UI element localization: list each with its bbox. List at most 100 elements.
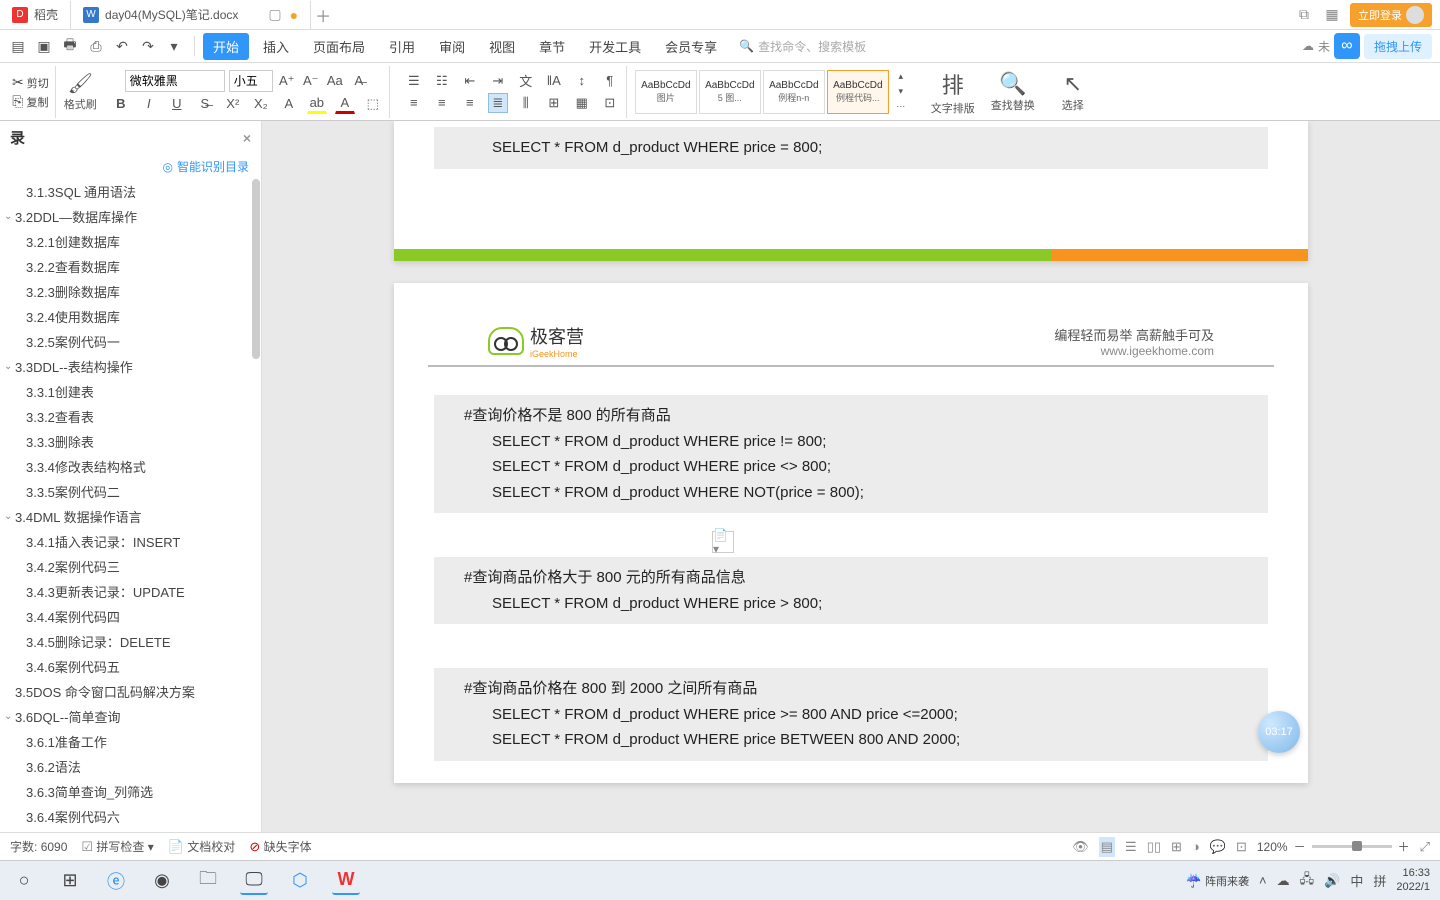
toc-item[interactable]: 3.3.4修改表结构格式: [0, 454, 261, 479]
toc-item[interactable]: 3.4.1插入表记录：INSERT: [0, 529, 261, 554]
print-icon[interactable]: 🖶: [60, 36, 80, 56]
toc-item[interactable]: 3.2.4使用数据库: [0, 304, 261, 329]
indent-inc-icon[interactable]: ⇥: [488, 71, 508, 91]
task-view-icon[interactable]: ⊞: [56, 867, 84, 895]
style-5[interactable]: AaBbCcDd5 图...: [699, 70, 761, 114]
menu-insert[interactable]: 插入: [253, 33, 299, 60]
volume-icon[interactable]: 🔊: [1324, 873, 1340, 889]
text-layout-button[interactable]: 排 文字排版: [927, 68, 979, 116]
toc-item[interactable]: 3.3.1创建表: [0, 379, 261, 404]
doccheck-button[interactable]: 📄 文档校对: [168, 838, 236, 855]
toc-item[interactable]: 3.4.3更新表记录：UPDATE: [0, 579, 261, 604]
app-icon[interactable]: ⬡: [286, 867, 314, 895]
missing-font-button[interactable]: ⊘ 缺失字体: [249, 838, 311, 855]
menu-chapter[interactable]: 章节: [529, 33, 575, 60]
toc-item[interactable]: 3.2.1创建数据库: [0, 229, 261, 254]
border-icon[interactable]: ⊡: [600, 93, 620, 113]
clear-format-icon[interactable]: A̶: [349, 71, 369, 91]
toc-item[interactable]: 3.2.5案例代码一: [0, 329, 261, 354]
focus-icon[interactable]: ◑: [1192, 839, 1200, 854]
comment-icon[interactable]: 💬: [1210, 839, 1226, 855]
toc-item[interactable]: 3.3.2查看表: [0, 404, 261, 429]
superscript-icon[interactable]: X²: [223, 94, 243, 114]
ruler-icon[interactable]: ⊡: [1236, 839, 1247, 855]
tab-stops-icon[interactable]: ⊞: [544, 93, 564, 113]
web-view-icon[interactable]: ⊞: [1171, 839, 1182, 855]
toc-item[interactable]: 3.1.3SQL 通用语法: [0, 179, 261, 204]
scrollbar-thumb[interactable]: [252, 179, 260, 359]
style-more-icon[interactable]: ⋯: [891, 100, 911, 114]
zoom-in-button[interactable]: ＋: [1398, 838, 1410, 855]
toc-item[interactable]: 3.6.2语法: [0, 754, 261, 779]
toc-item[interactable]: 3.4.6案例代码五: [0, 654, 261, 679]
upload-button[interactable]: 拖拽上传: [1364, 34, 1432, 59]
toc-item[interactable]: 3.3.3删除表: [0, 429, 261, 454]
wps-icon[interactable]: W: [332, 867, 360, 895]
toc-item[interactable]: ⌄3.2DDL—数据库操作: [0, 204, 261, 229]
edge-icon[interactable]: ⓔ: [102, 867, 130, 895]
menu-reference[interactable]: 引用: [379, 33, 425, 60]
toc-item[interactable]: 3.3.5案例代码二: [0, 479, 261, 504]
bold-icon[interactable]: B: [111, 94, 131, 114]
sync-icon[interactable]: ☁: [1302, 39, 1314, 53]
align-center-icon[interactable]: ≡: [432, 93, 452, 113]
toc-item[interactable]: 3.4.4案例代码四: [0, 604, 261, 629]
shading-icon[interactable]: ▦: [572, 93, 592, 113]
monitor-icon[interactable]: 🖵: [240, 867, 268, 895]
redo-icon[interactable]: ↷: [138, 36, 158, 56]
align-justify-icon[interactable]: ≣: [488, 93, 508, 113]
open-icon[interactable]: ▣: [34, 36, 54, 56]
style-next-icon[interactable]: ▾: [891, 85, 911, 99]
tray-chevron-icon[interactable]: ˄: [1259, 873, 1267, 888]
toc-item[interactable]: 3.6.3简单查询_列筛选: [0, 779, 261, 804]
zoom-slider[interactable]: [1312, 845, 1392, 848]
tab-daoke[interactable]: D 稻壳: [0, 1, 71, 29]
tab-add-button[interactable]: ＋: [311, 3, 335, 27]
toc-item[interactable]: 3.2.2查看数据库: [0, 254, 261, 279]
style-pic[interactable]: AaBbCcDd图片: [635, 70, 697, 114]
start-button[interactable]: ○: [10, 867, 38, 895]
subscript-icon[interactable]: X₂: [251, 94, 271, 114]
toc-item[interactable]: ⌄3.7DQL—行筛选: [0, 829, 261, 832]
reading-mode-icon[interactable]: ⧉: [1294, 5, 1314, 25]
ime-mode-icon[interactable]: 拼: [1373, 871, 1386, 890]
menu-view[interactable]: 视图: [479, 33, 525, 60]
text-effect-icon[interactable]: A: [279, 94, 299, 114]
style-prev-icon[interactable]: ▴: [891, 70, 911, 84]
toc-item[interactable]: 3.2.3删除数据库: [0, 279, 261, 304]
text-dir-icon[interactable]: 文: [516, 71, 536, 91]
menu-layout[interactable]: 页面布局: [303, 33, 375, 60]
line-spacing-icon[interactable]: ‖A: [544, 71, 564, 91]
chrome-icon[interactable]: ◉: [148, 867, 176, 895]
highlight-icon[interactable]: ab: [307, 94, 327, 114]
sidebar-close-icon[interactable]: ×: [243, 130, 251, 146]
select-button[interactable]: ↖ 选择: [1047, 71, 1099, 113]
command-search[interactable]: 🔍 查找命令、搜索模板: [739, 38, 866, 55]
clock[interactable]: 16:33 2022/1: [1396, 867, 1430, 893]
menu-member[interactable]: 会员专享: [655, 33, 727, 60]
menu-start[interactable]: 开始: [203, 33, 249, 60]
toc-item[interactable]: 3.6.4案例代码六: [0, 804, 261, 829]
indent-dec-icon[interactable]: ⇤: [460, 71, 480, 91]
paste-options-button[interactable]: 📄▾: [712, 531, 734, 553]
underline-icon[interactable]: U: [167, 94, 187, 114]
cut-button[interactable]: ✂ 剪切: [12, 74, 49, 91]
page-view-icon[interactable]: ▤: [1099, 837, 1115, 857]
undo-icon[interactable]: ↶: [112, 36, 132, 56]
font-size-input[interactable]: [229, 70, 273, 92]
eye-icon[interactable]: 👁: [1072, 839, 1089, 855]
tab-document[interactable]: W day04(MySQL)笔记.docx ▢ ●: [71, 1, 311, 29]
zoom-value[interactable]: 120%: [1257, 840, 1288, 854]
align-right-icon[interactable]: ≡: [460, 93, 480, 113]
bullets-icon[interactable]: ☰: [404, 71, 424, 91]
toc-item[interactable]: 3.6.1准备工作: [0, 729, 261, 754]
cloud-icon[interactable]: ∞: [1334, 33, 1360, 59]
new-icon[interactable]: ▤: [8, 36, 28, 56]
login-button[interactable]: 立即登录: [1350, 3, 1432, 27]
preview-icon[interactable]: ⎙: [86, 36, 106, 56]
show-marks-icon[interactable]: ¶: [600, 71, 620, 91]
sort-icon[interactable]: ↕: [572, 71, 592, 91]
fit-icon[interactable]: ⤢: [1420, 839, 1430, 855]
format-brush-button[interactable]: 🖌 格式刷: [64, 71, 97, 112]
smart-toc-button[interactable]: ◎ 智能识别目录: [0, 154, 261, 179]
